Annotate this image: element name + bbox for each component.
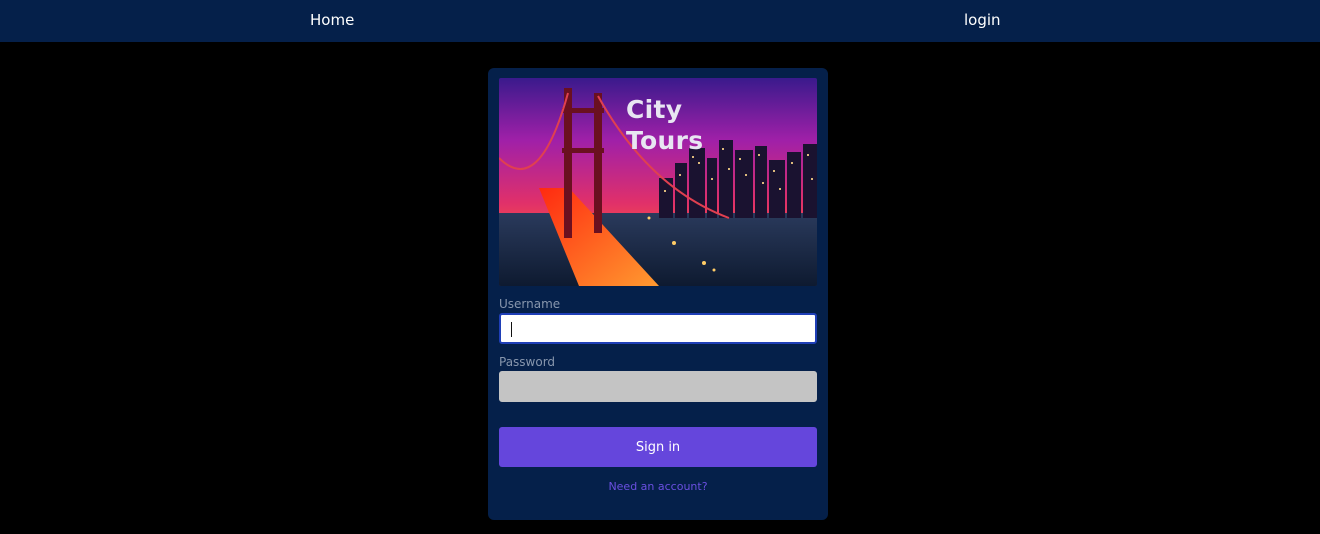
- username-input[interactable]: [499, 313, 817, 344]
- nav-login-link[interactable]: login: [964, 11, 1001, 29]
- nav-home-link[interactable]: Home: [310, 11, 354, 29]
- top-navbar: Home login: [0, 0, 1320, 42]
- hero-title-line-1: City: [626, 95, 683, 124]
- login-card: City Tours Username Password Sign in Nee…: [488, 68, 828, 520]
- text-caret: [511, 322, 512, 337]
- password-input[interactable]: [499, 371, 817, 402]
- username-label: Username: [499, 297, 561, 311]
- hero-title-line-2: Tours: [626, 126, 704, 155]
- sign-in-button[interactable]: Sign in: [499, 427, 817, 467]
- need-account-link[interactable]: Need an account?: [488, 480, 828, 494]
- city-tours-hero-image: City Tours: [499, 78, 817, 286]
- password-label: Password: [499, 355, 556, 369]
- hero-title: City Tours: [626, 94, 703, 156]
